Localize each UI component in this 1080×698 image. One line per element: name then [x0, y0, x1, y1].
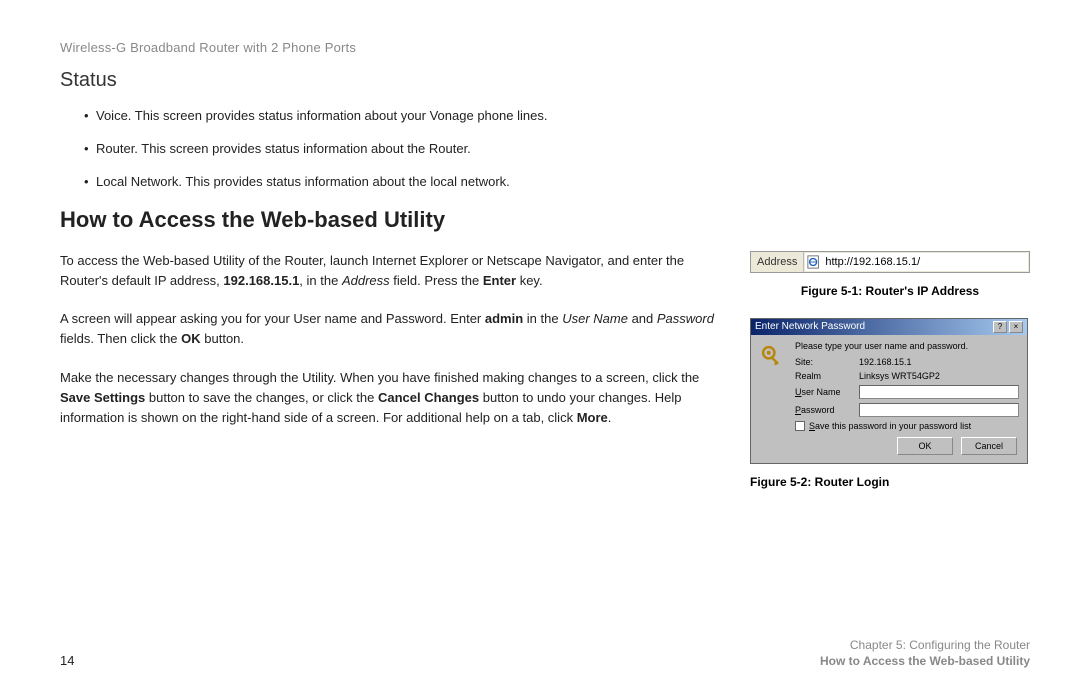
bullet-text: Router. This screen provides status info…: [96, 141, 1030, 156]
page-footer: 14 Chapter 5: Configuring the Router How…: [60, 638, 1030, 668]
realm-label: Realm: [795, 371, 853, 381]
site-value: 192.168.15.1: [859, 357, 912, 367]
bullet-voice: • Voice. This screen provides status inf…: [84, 108, 1030, 123]
paragraph-access: To access the Web-based Utility of the R…: [60, 251, 720, 291]
key-lock-icon: [759, 341, 787, 455]
page-number: 14: [60, 653, 74, 668]
text-span: field. Press the: [390, 273, 483, 288]
text-span: button to save the changes, or click the: [145, 390, 378, 405]
figure-5-1-caption: Figure 5-1: Router's IP Address: [750, 283, 1030, 300]
bullet-dot-icon: •: [84, 141, 96, 156]
username-row: User Name: [795, 385, 1019, 399]
dialog-fields: Please type your user name and password.…: [795, 341, 1019, 455]
save-password-checkbox[interactable]: [795, 421, 805, 431]
address-bar-label: Address: [751, 252, 804, 272]
status-heading: Status: [60, 69, 1030, 92]
user-name-field: User Name: [562, 311, 628, 326]
cancel-button[interactable]: Cancel: [961, 437, 1017, 455]
close-icon[interactable]: ×: [1009, 321, 1023, 333]
password-row: Password: [795, 403, 1019, 417]
password-field: Password: [657, 311, 714, 326]
bullet-local-network: • Local Network. This provides status in…: [84, 174, 1030, 189]
cancel-changes-word: Cancel Changes: [378, 390, 479, 405]
realm-row: Realm Linksys WRT54GP2: [795, 371, 1019, 381]
address-bar-field[interactable]: http://192.168.15.1/: [805, 253, 1028, 271]
figure-5-2-caption: Figure 5-2: Router Login: [750, 474, 1030, 491]
title-bar-buttons: ? ×: [993, 321, 1023, 333]
dialog-title-bar: Enter Network Password ? ×: [751, 319, 1027, 335]
bullet-dot-icon: •: [84, 108, 96, 123]
login-dialog-figure: Enter Network Password ? ×: [750, 318, 1028, 464]
password-input[interactable]: [859, 403, 1019, 417]
username-input[interactable]: [859, 385, 1019, 399]
bullet-text: Voice. This screen provides status infor…: [96, 108, 1030, 123]
address-label-text: Address: [757, 256, 797, 268]
text-span: button.: [201, 331, 244, 346]
text-span: key.: [516, 273, 543, 288]
bullet-router: • Router. This screen provides status in…: [84, 141, 1030, 156]
ok-button[interactable]: OK: [897, 437, 953, 455]
footer-section: How to Access the Web-based Utility: [820, 654, 1030, 668]
status-bullets: • Voice. This screen provides status inf…: [84, 108, 1030, 189]
product-header: Wireless-G Broadband Router with 2 Phone…: [60, 40, 1030, 55]
save-password-label: Save this password in your password list: [809, 421, 971, 431]
site-row: Site: 192.168.15.1: [795, 357, 1019, 367]
footer-right: Chapter 5: Configuring the Router How to…: [820, 638, 1030, 668]
figures-column: Address http://192.168.15.1/ Figure 5-1:…: [750, 251, 1030, 509]
paragraph-login: A screen will appear asking you for your…: [60, 309, 720, 349]
label-text: assword: [801, 405, 835, 415]
label-text: ave this password in your password list: [815, 421, 971, 431]
text-span: A screen will appear asking you for your…: [60, 311, 485, 326]
address-bar-figure: Address http://192.168.15.1/: [750, 251, 1030, 273]
enter-key-label: Enter: [483, 273, 516, 288]
bullet-dot-icon: •: [84, 174, 96, 189]
dialog-body: Please type your user name and password.…: [751, 335, 1027, 463]
help-icon[interactable]: ?: [993, 321, 1007, 333]
address-bar-url: http://192.168.15.1/: [825, 256, 920, 268]
dialog-message: Please type your user name and password.: [795, 341, 1019, 351]
dialog-button-row: OK Cancel: [795, 437, 1019, 455]
paragraph-changes: Make the necessary changes through the U…: [60, 368, 720, 428]
admin-word: admin: [485, 311, 523, 326]
address-field-label: Address: [342, 273, 390, 288]
text-span: .: [608, 410, 612, 425]
username-label: User Name: [795, 387, 853, 397]
more-word: More: [577, 410, 608, 425]
label-text: ser Name: [802, 387, 841, 397]
bullet-text: Local Network. This provides status info…: [96, 174, 1030, 189]
text-span: in the: [523, 311, 562, 326]
site-label: Site:: [795, 357, 853, 367]
main-heading: How to Access the Web-based Utility: [60, 207, 1030, 233]
save-password-row: Save this password in your password list: [795, 421, 1019, 431]
content-row: To access the Web-based Utility of the R…: [60, 251, 1030, 509]
document-page: Wireless-G Broadband Router with 2 Phone…: [0, 0, 1080, 698]
password-label: Password: [795, 405, 853, 415]
text-span: fields. Then click the: [60, 331, 181, 346]
dialog-title-text: Enter Network Password: [755, 321, 865, 332]
body-text-column: To access the Web-based Utility of the R…: [60, 251, 720, 509]
text-span: , in the: [299, 273, 342, 288]
ie-page-icon: [807, 255, 821, 269]
ip-address: 192.168.15.1: [223, 273, 299, 288]
footer-chapter: Chapter 5: Configuring the Router: [820, 638, 1030, 652]
text-span: and: [628, 311, 657, 326]
text-span: Make the necessary changes through the U…: [60, 370, 699, 385]
ok-word: OK: [181, 331, 201, 346]
save-settings-word: Save Settings: [60, 390, 145, 405]
realm-value: Linksys WRT54GP2: [859, 371, 940, 381]
